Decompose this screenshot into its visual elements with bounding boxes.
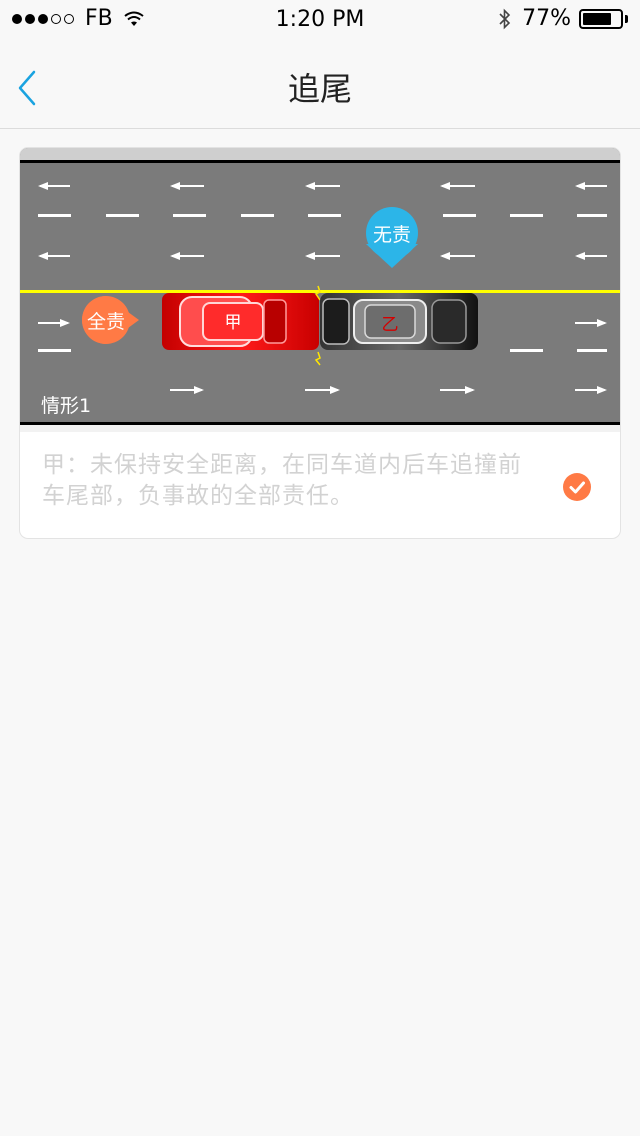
car-b-black: 乙 (320, 293, 478, 350)
scenario-option-card[interactable]: 甲 乙 全责 无责 情形1 甲：未保持安全距离，在同车道内后车追撞前车尾部，负事… (20, 148, 620, 538)
page-title: 追尾 (287, 70, 352, 108)
status-bar: FB 1:20 PM 77% (0, 0, 640, 40)
car-a-label: 甲 (225, 313, 242, 333)
road-top-margin (20, 148, 620, 160)
svg-text:全责: 全责 (87, 311, 125, 333)
car-b-label: 乙 (382, 315, 399, 335)
battery-fill (583, 12, 611, 25)
accident-scene-illustration: 甲 乙 全责 无责 情形1 (20, 148, 620, 432)
checkmark-icon (569, 481, 585, 494)
svg-text:无责: 无责 (373, 224, 411, 246)
check-circle-icon[interactable] (563, 473, 591, 501)
battery-tip (625, 14, 628, 23)
road-edge-top (20, 160, 620, 163)
scene-label: 情形1 (41, 395, 91, 417)
road-edge-bottom (20, 422, 620, 425)
road-bottom-margin (20, 425, 620, 432)
navigation-bar: 追尾 (0, 40, 640, 129)
car-a-red: 甲 (162, 293, 319, 350)
battery-percent: 77% (522, 6, 571, 31)
bluetooth-icon (499, 8, 511, 29)
battery-icon (579, 8, 623, 29)
scenario-description: 甲：未保持安全距离，在同车道内后车追撞前车尾部，负事故的全部责任。 (42, 452, 522, 509)
